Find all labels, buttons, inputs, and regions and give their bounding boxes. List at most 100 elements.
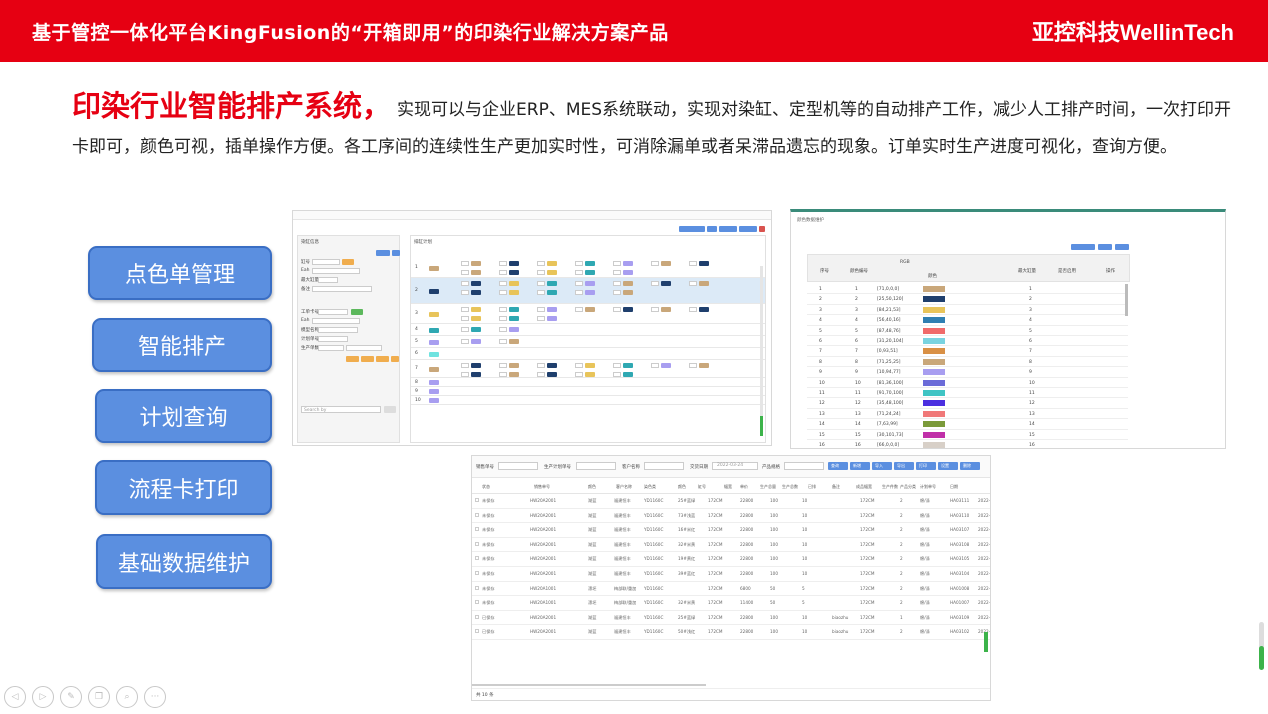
order-checkbox[interactable] <box>499 270 507 275</box>
order-checkbox[interactable] <box>575 290 583 295</box>
spec-input[interactable] <box>784 462 824 470</box>
order-checkbox[interactable] <box>461 363 469 368</box>
order-checkbox[interactable] <box>575 281 583 286</box>
sales-no-input[interactable] <box>498 462 538 470</box>
order-checkbox[interactable] <box>537 261 545 266</box>
scrollbar[interactable] <box>1125 284 1128 316</box>
action-button[interactable]: 删除 <box>960 462 980 470</box>
order-checkbox[interactable] <box>613 372 621 377</box>
row-checkbox[interactable] <box>475 629 479 634</box>
table-row[interactable]: 未保存 HW20A2001 湖蓝 福建恒丰 YD1160C 32#米黄 172CM 22800… <box>472 538 990 553</box>
menu-button-plan-query[interactable]: 计划查询 <box>95 389 272 443</box>
table-row[interactable]: 未保存 HW20A1001 漂坯 梅部联/重加 YD1160C 172CM 6800 50 5 1… <box>472 582 990 597</box>
max-capacity-input[interactable] <box>318 277 338 283</box>
order-checkbox[interactable] <box>499 307 507 312</box>
order-checkbox[interactable] <box>499 290 507 295</box>
order-checkbox[interactable] <box>461 316 469 321</box>
copy-icon[interactable]: ❐ <box>88 686 110 708</box>
order-checkbox[interactable] <box>613 281 621 286</box>
order-checkbox[interactable] <box>461 339 469 344</box>
add-button[interactable] <box>1115 244 1129 250</box>
order-checkbox[interactable] <box>689 281 697 286</box>
row-checkbox[interactable] <box>475 498 479 502</box>
auto-schedule-button[interactable] <box>679 226 705 232</box>
order-checkbox[interactable] <box>461 281 469 286</box>
table-row[interactable]: 未保存 HW20A2001 湖蓝 福建恒丰 YD1160C 25#蓝绿 172CM 22800… <box>472 494 990 509</box>
order-checkbox[interactable] <box>575 372 583 377</box>
row-checkbox[interactable] <box>475 600 479 605</box>
color-row[interactable]: 4 4 [56,40,16] 4 <box>807 315 1128 326</box>
color-row[interactable]: 5 5 [87,48,76] 5 <box>807 326 1128 336</box>
schedule-row[interactable]: 9 <box>411 387 765 396</box>
order-checkbox[interactable] <box>537 290 545 295</box>
color-row[interactable]: 6 6 [31,20,104] 6 <box>807 336 1128 347</box>
order-checkbox[interactable] <box>651 281 659 286</box>
save-button[interactable] <box>707 226 717 232</box>
color-row[interactable]: 10 10 [81,36,100] 10 <box>807 378 1128 388</box>
color-row[interactable]: 11 11 [91,70,100] 11 <box>807 388 1128 399</box>
order-checkbox[interactable] <box>537 281 545 286</box>
query-button[interactable] <box>1098 244 1112 250</box>
table-row[interactable]: 未保存 HW20A2001 湖蓝 福建恒丰 YD1160C 19#黄红 172CM 22800… <box>472 552 990 567</box>
table-row[interactable]: 未保存 HW20A2001 湖蓝 福建恒丰 YD1160C 73#浅蓝 172CM 22800… <box>472 509 990 524</box>
color-row[interactable]: 15 15 [30,101,73] 15 <box>807 430 1128 440</box>
order-checkbox[interactable] <box>575 307 583 312</box>
table-row[interactable]: 未保存 HW20A2001 湖蓝 福建恒丰 YD1160C 39#蓝红 172CM 22800… <box>472 567 990 582</box>
schedule-row[interactable]: 3 <box>411 304 765 324</box>
color-row[interactable]: 7 7 [0,93,51] 7 <box>807 346 1128 357</box>
order-checkbox[interactable] <box>575 270 583 275</box>
row-checkbox[interactable] <box>475 614 479 619</box>
schedule-row[interactable]: 4 <box>411 324 765 336</box>
action-button-b[interactable] <box>361 356 374 362</box>
import-button[interactable] <box>1071 244 1095 250</box>
action-button[interactable]: 查询 <box>828 462 848 470</box>
table-row[interactable]: 已保存 HW20A2001 湖蓝 福建恒丰 YD1160C 25#蓝绿 172CM 22800… <box>472 611 990 626</box>
order-checkbox[interactable] <box>537 270 545 275</box>
row-checkbox[interactable] <box>475 527 479 532</box>
order-checkbox[interactable] <box>461 290 469 295</box>
model-name-input[interactable] <box>318 327 358 333</box>
action-button-c[interactable] <box>376 356 389 362</box>
order-checkbox[interactable] <box>499 327 507 332</box>
export-button[interactable] <box>739 226 757 232</box>
close-button[interactable] <box>759 226 765 232</box>
color-row[interactable]: 16 16 [66,0,0,0] 16 <box>807 440 1128 448</box>
order-checkbox[interactable] <box>613 307 621 312</box>
order-checkbox[interactable] <box>537 316 545 321</box>
confirm-button[interactable] <box>351 309 363 315</box>
schedule-row[interactable]: 8 <box>411 378 765 387</box>
v-scrollbar[interactable] <box>984 632 988 652</box>
action-button-d[interactable] <box>391 356 399 362</box>
schedule-row[interactable]: 7 <box>411 360 765 378</box>
query-button[interactable] <box>342 259 354 265</box>
order-checkbox[interactable] <box>613 363 621 368</box>
next-icon[interactable]: ▷ <box>32 686 54 708</box>
table-row[interactable]: 已保存 HW20A2001 湖蓝 福建恒丰 YD1160C 50#浅红 172CM 22800… <box>472 625 990 640</box>
table-row[interactable]: 未保存 HW20A1001 漂坯 梅部联/重加 YD1160C 32#米黄 172CM 114… <box>472 596 990 611</box>
order-checkbox[interactable] <box>651 307 659 312</box>
customer-input[interactable] <box>644 462 684 470</box>
date-range-input[interactable] <box>312 268 360 274</box>
order-checkbox[interactable] <box>499 261 507 266</box>
order-checkbox[interactable] <box>651 363 659 368</box>
pen-icon[interactable]: ✎ <box>60 686 82 708</box>
menu-button-master-data[interactable]: 基础数据维护 <box>96 534 272 589</box>
plan-no-input[interactable] <box>576 462 616 470</box>
order-checkbox[interactable] <box>537 363 545 368</box>
schedule-row[interactable]: 1 <box>411 258 765 278</box>
go-button[interactable] <box>384 406 396 413</box>
order-checkbox[interactable] <box>613 290 621 295</box>
card-no-input[interactable] <box>318 309 348 315</box>
order-checkbox[interactable] <box>499 339 507 344</box>
action-button[interactable]: 导入 <box>872 462 892 470</box>
color-row[interactable]: 2 2 [25,50,120] 2 <box>807 294 1128 305</box>
schedule-row[interactable]: 2 <box>411 278 765 304</box>
color-row[interactable]: 14 14 [7,63,99] 14 <box>807 419 1128 430</box>
search-input[interactable]: Search by <box>301 406 381 413</box>
color-row[interactable]: 12 12 [35,48,100] 12 <box>807 398 1128 409</box>
menu-button-scheduling[interactable]: 智能排产 <box>92 318 272 372</box>
color-row[interactable]: 8 8 [71,25,25] 8 <box>807 357 1128 368</box>
schedule-row[interactable]: 10 <box>411 396 765 405</box>
vat-no-input[interactable] <box>312 259 340 265</box>
row-checkbox[interactable] <box>475 585 479 590</box>
